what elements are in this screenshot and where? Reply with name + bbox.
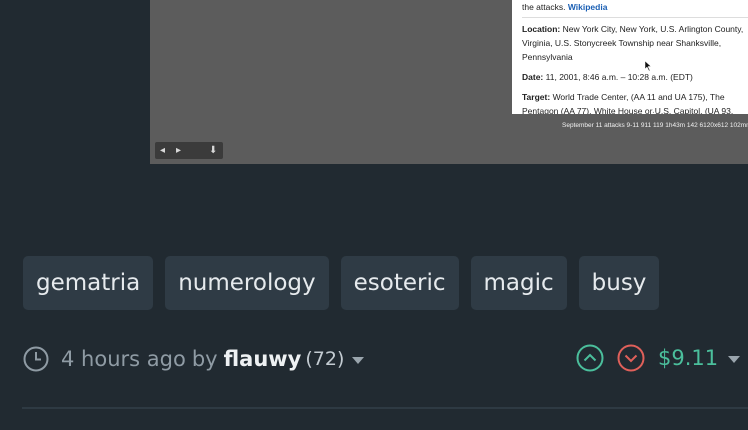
tag-magic[interactable]: magic — [470, 256, 567, 310]
payout-amount[interactable]: $9.11 — [658, 346, 718, 370]
section-divider — [22, 407, 748, 409]
author-reputation: (72) — [305, 348, 345, 370]
vote-controls: $9.11 — [576, 343, 741, 373]
upvote-icon[interactable] — [576, 344, 604, 372]
wiki-date-row: Date: 11, 2001, 8:46 a.m. – 10:28 a.m. (… — [522, 72, 693, 82]
mouse-cursor-icon — [644, 60, 653, 72]
author-link[interactable]: flauwy — [224, 347, 302, 371]
payout-menu-caret-icon[interactable] — [728, 356, 741, 363]
embedded-caption: September 11 attacks 9-11 911 119 1h43m … — [562, 122, 748, 129]
clock-icon — [23, 346, 49, 372]
tag-busy[interactable]: busy — [578, 256, 660, 310]
tag-list: gematria numerology esoteric magic busy — [23, 256, 660, 310]
wikipedia-link[interactable]: Wikipedia — [568, 2, 608, 12]
wikipedia-infobox: the attacks. Wikipedia Location: New Yor… — [512, 0, 748, 114]
tag-esoteric[interactable]: esoteric — [340, 256, 459, 310]
tag-numerology[interactable]: numerology — [165, 256, 329, 310]
wiki-divider — [522, 17, 748, 18]
wiki-more-dots: ... — [652, 105, 661, 114]
by-label: by — [191, 347, 218, 371]
wiki-intro: the attacks. Wikipedia — [522, 2, 608, 12]
wiki-location-row: Location: New York City, New York, U.S. … — [522, 24, 744, 62]
author-menu-caret-icon[interactable] — [352, 357, 365, 364]
next-arrow-icon[interactable]: ▸ — [176, 144, 181, 157]
downvote-icon[interactable] — [617, 344, 645, 372]
download-icon[interactable]: ⬇ — [209, 144, 217, 157]
tag-gematria[interactable]: gematria — [23, 256, 154, 310]
wiki-target-row: Target: World Trade Center, (AA 11 and U… — [522, 92, 734, 114]
post-time[interactable]: 4 hours ago — [61, 347, 186, 371]
prev-arrow-icon[interactable]: ◂ — [160, 144, 165, 157]
embedded-screenshot: the attacks. Wikipedia Location: New Yor… — [150, 0, 748, 164]
image-viewer-controls: ◂ ▸ ⬇ — [155, 142, 223, 159]
post-meta: 4 hours ago by flauwy (72) — [23, 340, 365, 378]
